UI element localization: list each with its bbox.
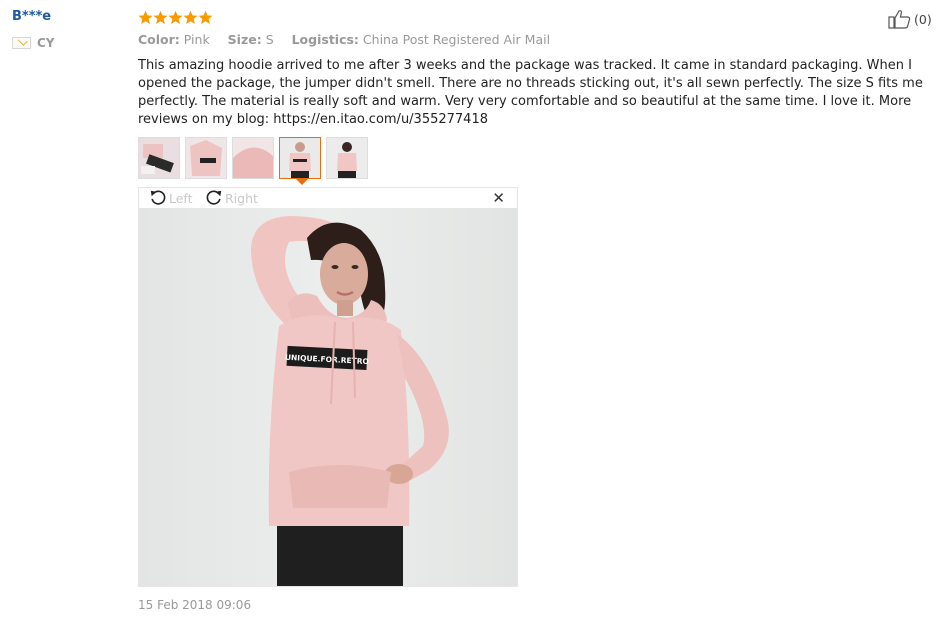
order-attributes: Color: Pink Size: S Logistics: China Pos… — [138, 32, 928, 47]
logistics-value: China Post Registered Air Mail — [362, 32, 551, 47]
photo-thumbnail[interactable] — [185, 137, 227, 179]
review-date: 15 Feb 2018 09:06 — [138, 598, 252, 612]
color-value: Pink — [183, 32, 210, 47]
photo-thumbnail[interactable] — [326, 137, 368, 179]
review-text: This amazing hoodie arrived to me after … — [138, 58, 923, 127]
active-thumbnail-indicator — [296, 179, 308, 185]
star-icon — [168, 10, 183, 25]
star-icon — [183, 10, 198, 25]
review-content: Color: Pink Size: S Logistics: China Pos… — [138, 8, 928, 129]
reviewer-country: CY — [12, 36, 55, 50]
photo-thumbnail[interactable] — [138, 137, 180, 179]
reviewer-info: B***e CY — [12, 9, 55, 50]
star-icon — [153, 10, 168, 25]
photo-thumbnail-active[interactable] — [279, 137, 321, 179]
rotate-left-button[interactable]: Left — [149, 189, 193, 207]
size-value: S — [265, 32, 274, 47]
cyprus-flag-icon — [12, 37, 31, 49]
rotate-left-icon — [149, 189, 167, 207]
photo-viewer: Left Right ✕ UNIQUE.FOR.RETRO — [138, 187, 518, 587]
reviewer-name[interactable]: B***e — [12, 9, 55, 25]
rotate-right-button[interactable]: Right — [205, 189, 258, 207]
star-icon — [138, 10, 153, 25]
close-viewer-button[interactable]: ✕ — [492, 191, 505, 206]
star-icon — [198, 10, 213, 25]
review-photo-thumbnails — [138, 137, 368, 179]
rotate-right-label: Right — [225, 190, 258, 206]
logistics-label: Logistics: — [291, 32, 359, 47]
helpful-button[interactable]: (0) — [888, 9, 932, 29]
viewer-toolbar: Left Right ✕ — [139, 188, 517, 208]
helpful-count: (0) — [914, 11, 932, 27]
rotate-left-label: Left — [169, 190, 193, 206]
rotate-right-icon — [205, 189, 223, 207]
photo-thumbnail[interactable] — [232, 137, 274, 179]
color-label: Color: — [138, 32, 180, 47]
thumbs-up-icon — [888, 9, 912, 29]
star-rating — [138, 8, 928, 26]
review-photo-large: UNIQUE.FOR.RETRO — [139, 208, 517, 586]
size-label: Size: — [227, 32, 262, 47]
country-code: CY — [37, 36, 55, 50]
